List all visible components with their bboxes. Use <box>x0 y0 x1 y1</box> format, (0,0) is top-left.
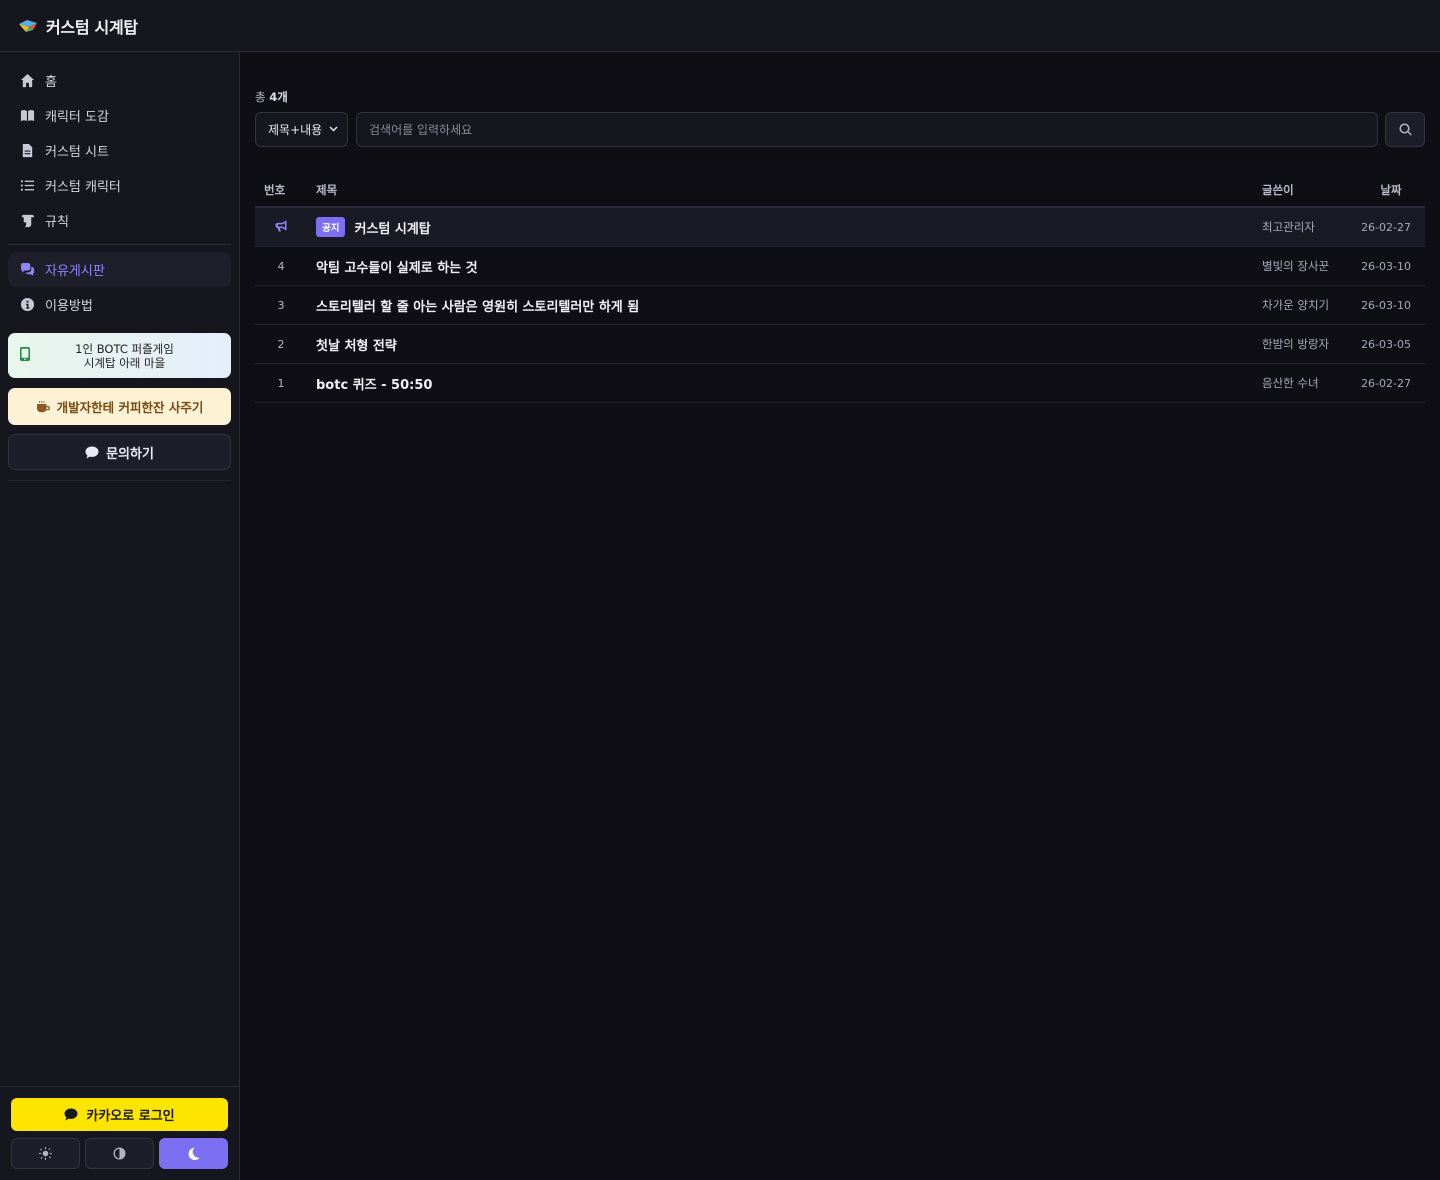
post-author: 음산한 수녀 <box>1262 376 1319 390</box>
chat-bubble-icon <box>85 446 99 458</box>
kakao-login-label: 카카오로 로그인 <box>86 1109 175 1124</box>
header-title: 제목 <box>316 183 338 197</box>
table-row[interactable]: 1 botc 퀴즈 - 50:50 음산한 수녀 26-02-27 <box>255 364 1425 403</box>
inquiry-label: 문의하기 <box>106 446 154 462</box>
sidebar-item-label: 규칙 <box>45 215 69 230</box>
search-type-value: 제목+내용 <box>268 123 323 137</box>
sidebar-item-free-board[interactable]: 자유게시판 <box>8 252 231 287</box>
header-date: 날짜 <box>1380 183 1402 197</box>
coffee-icon <box>36 400 50 412</box>
search-button[interactable] <box>1385 112 1425 147</box>
buy-coffee-button[interactable]: 개발자한테 커피한잔 사주기 <box>8 388 231 425</box>
promo-line-2: 시계탑 아래 마을 <box>83 355 166 370</box>
info-icon <box>19 297 35 313</box>
theme-system-button[interactable] <box>85 1138 154 1169</box>
notice-marker <box>255 220 316 235</box>
header-num: 번호 <box>264 183 286 197</box>
megaphone-icon <box>275 220 286 231</box>
file-icon <box>19 143 35 159</box>
table-row[interactable]: 4 악팀 고수들이 실제로 하는 것 별빛의 장사꾼 26-03-10 <box>255 247 1425 286</box>
sidebar-nav: 홈 캐릭터 도감 커스텀 시트 커스텀 캐릭터 규칙 자유게시판 이용방법 <box>0 52 239 322</box>
moon-icon <box>188 1147 200 1160</box>
header-author: 글쓴이 <box>1262 183 1294 197</box>
post-date: 26-02-27 <box>1361 376 1411 390</box>
book-icon <box>19 108 35 124</box>
post-date: 26-03-10 <box>1361 259 1411 273</box>
post-date: 26-03-05 <box>1361 337 1411 351</box>
comments-icon <box>19 262 35 278</box>
post-table: 번호 제목 글쓴이 날짜 공지 커스텀 시계탑 최고관리자 26-02-27 4… <box>255 174 1425 403</box>
post-date: 26-03-10 <box>1361 298 1411 312</box>
post-author: 최고관리자 <box>1262 220 1315 234</box>
sidebar-divider-bottom <box>8 480 231 481</box>
notice-badge: 공지 <box>316 217 346 237</box>
home-icon <box>19 73 35 89</box>
table-header: 번호 제목 글쓴이 날짜 <box>255 174 1425 208</box>
sidebar-item-custom-character[interactable]: 커스텀 캐릭터 <box>8 168 231 203</box>
sidebar-item-character-book[interactable]: 캐릭터 도감 <box>8 98 231 133</box>
post-title[interactable]: 스토리텔러 할 줄 아는 사람은 영원히 스토리텔러만 하게 됨 <box>316 296 1262 315</box>
sidebar-divider <box>8 244 231 245</box>
post-count-prefix: 총 <box>255 90 270 104</box>
search-input[interactable] <box>356 112 1378 147</box>
sidebar-item-label: 캐릭터 도감 <box>45 110 109 125</box>
promo-text: 1인 BOTC 퍼즐게임 시계탑 아래 마을 <box>30 342 219 370</box>
table-row[interactable]: 3 스토리텔러 할 줄 아는 사람은 영원히 스토리텔러만 하게 됨 차가운 양… <box>255 286 1425 325</box>
sidebar-item-how-to-use[interactable]: 이용방법 <box>8 287 231 322</box>
post-title[interactable]: 악팀 고수들이 실제로 하는 것 <box>316 257 1262 276</box>
notice-row[interactable]: 공지 커스텀 시계탑 최고관리자 26-02-27 <box>255 208 1425 247</box>
post-num: 2 <box>277 337 285 351</box>
top-bar: 커스텀 시계탑 <box>0 0 1440 52</box>
sidebar: 홈 캐릭터 도감 커스텀 시트 커스텀 캐릭터 규칙 자유게시판 이용방법 1인… <box>0 52 240 1180</box>
list-icon <box>19 178 35 194</box>
search-type-select[interactable]: 제목+내용 <box>255 112 348 147</box>
post-title[interactable]: 첫날 처형 전략 <box>316 335 1262 354</box>
search-icon <box>1398 123 1412 136</box>
sidebar-footer: 카카오로 로그인 <box>0 1086 239 1180</box>
buy-coffee-label: 개발자한테 커피한잔 사주기 <box>56 400 204 415</box>
post-author: 차가운 양치기 <box>1262 298 1330 312</box>
post-date: 26-02-27 <box>1361 220 1411 234</box>
scroll-icon <box>19 213 35 229</box>
post-title[interactable]: botc 퀴즈 - 50:50 <box>316 374 1262 393</box>
inquiry-button[interactable]: 문의하기 <box>8 434 231 470</box>
sidebar-item-label: 커스텀 캐릭터 <box>45 180 121 195</box>
theme-switcher <box>11 1138 228 1169</box>
sidebar-item-label: 자유게시판 <box>45 264 105 279</box>
sidebar-item-label: 커스텀 시트 <box>45 145 109 160</box>
post-author: 한밤의 방랑자 <box>1262 337 1330 351</box>
post-num: 3 <box>277 298 285 312</box>
sidebar-item-home[interactable]: 홈 <box>8 63 231 98</box>
promo-banner[interactable]: 1인 BOTC 퍼즐게임 시계탑 아래 마을 <box>8 333 231 378</box>
contrast-icon <box>113 1147 126 1160</box>
search-bar: 제목+내용 <box>255 112 1425 147</box>
logo-icon[interactable] <box>18 18 38 34</box>
main-content: 총 4개 제목+내용 번호 제목 글쓴이 날짜 공지 커스텀 시계탑 최고관리자 <box>255 52 1425 403</box>
kakao-login-button[interactable]: 카카오로 로그인 <box>11 1098 228 1131</box>
theme-light-button[interactable] <box>11 1138 80 1169</box>
promo-line-1: 1인 BOTC 퍼즐게임 <box>75 341 174 356</box>
post-author: 별빛의 장사꾼 <box>1262 259 1330 273</box>
post-count: 총 4개 <box>255 89 1425 104</box>
table-row[interactable]: 2 첫날 처형 전략 한밤의 방랑자 26-03-05 <box>255 325 1425 364</box>
mobile-icon <box>20 346 30 365</box>
post-num: 1 <box>277 376 285 390</box>
post-title[interactable]: 공지 커스텀 시계탑 <box>316 217 1262 237</box>
sidebar-item-rules[interactable]: 규칙 <box>8 203 231 238</box>
post-num: 4 <box>277 259 285 273</box>
sidebar-item-custom-sheet[interactable]: 커스텀 시트 <box>8 133 231 168</box>
sun-icon <box>39 1147 52 1160</box>
app-title[interactable]: 커스텀 시계탑 <box>46 14 138 38</box>
sidebar-item-label: 홈 <box>45 75 57 90</box>
chevron-down-icon <box>329 126 338 132</box>
post-count-value: 4개 <box>269 90 288 104</box>
theme-dark-button[interactable] <box>159 1138 228 1169</box>
post-title-text: 커스텀 시계탑 <box>354 221 431 237</box>
kakao-chat-icon <box>64 1108 78 1121</box>
sidebar-item-label: 이용방법 <box>45 299 93 314</box>
